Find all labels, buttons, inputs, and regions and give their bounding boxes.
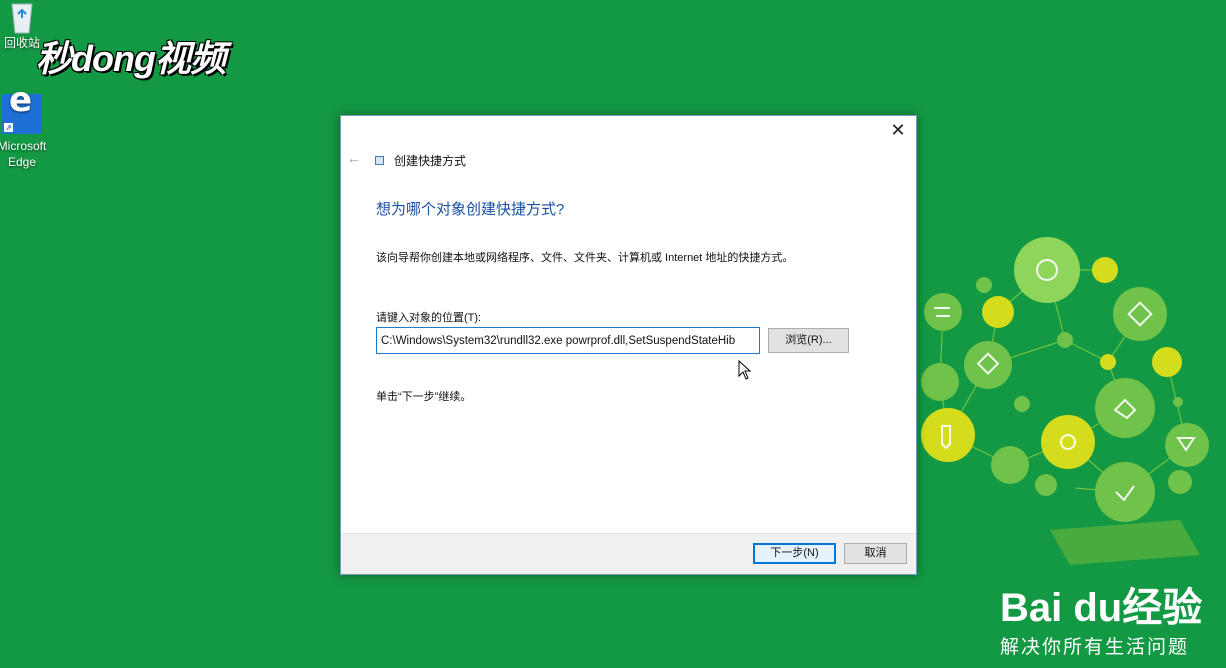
close-button[interactable]: ✕ bbox=[888, 120, 908, 140]
baidu-jingyan-watermark: Bai du经验 解决你所有生活问题 bbox=[1000, 588, 1202, 659]
edge-icon: e ↗ bbox=[2, 83, 42, 134]
browse-button[interactable]: 浏览(R)... bbox=[768, 328, 849, 353]
back-arrow-button[interactable]: ← bbox=[347, 150, 361, 166]
recycle-bin-icon bbox=[7, 0, 37, 34]
location-label: 请键入对象的位置(T): bbox=[376, 312, 482, 324]
shortcut-wizard-icon bbox=[375, 156, 384, 165]
mouse-pointer-icon bbox=[738, 360, 752, 380]
wizard-heading: 想为哪个对象创建快捷方式? bbox=[376, 201, 565, 218]
wallpaper-lightbulb-graphic bbox=[921, 237, 1209, 565]
next-button[interactable]: 下一步(N) bbox=[753, 543, 836, 564]
wizard-title: 创建快捷方式 bbox=[394, 154, 467, 168]
baidu-slogan: 解决你所有生活问题 bbox=[1000, 637, 1190, 658]
location-input[interactable] bbox=[376, 327, 760, 354]
edge-shortcut[interactable]: e ↗ Microsoft Edge bbox=[0, 83, 50, 170]
cancel-button[interactable]: 取消 bbox=[844, 543, 907, 564]
video-watermark: 秒dong视频 bbox=[36, 38, 226, 79]
shortcut-arrow-icon: ↗ bbox=[4, 123, 13, 132]
edge-label-line2: Edge bbox=[7, 155, 37, 169]
wizard-description: 该向导帮你创建本地或网络程序、文件、文件夹、计算机或 Internet 地址的快… bbox=[376, 252, 794, 264]
baidu-logo: Bai du经验 bbox=[1000, 586, 1203, 630]
create-shortcut-dialog: ✕ ← 创建快捷方式 想为哪个对象创建快捷方式? 该向导帮你创建本地或网络程序、… bbox=[340, 115, 917, 575]
edge-label-line1: Microsoft bbox=[0, 139, 47, 153]
continue-hint: 单击“下一步”继续。 bbox=[376, 391, 472, 403]
dialog-footer: 下一步(N) 取消 bbox=[341, 533, 916, 574]
